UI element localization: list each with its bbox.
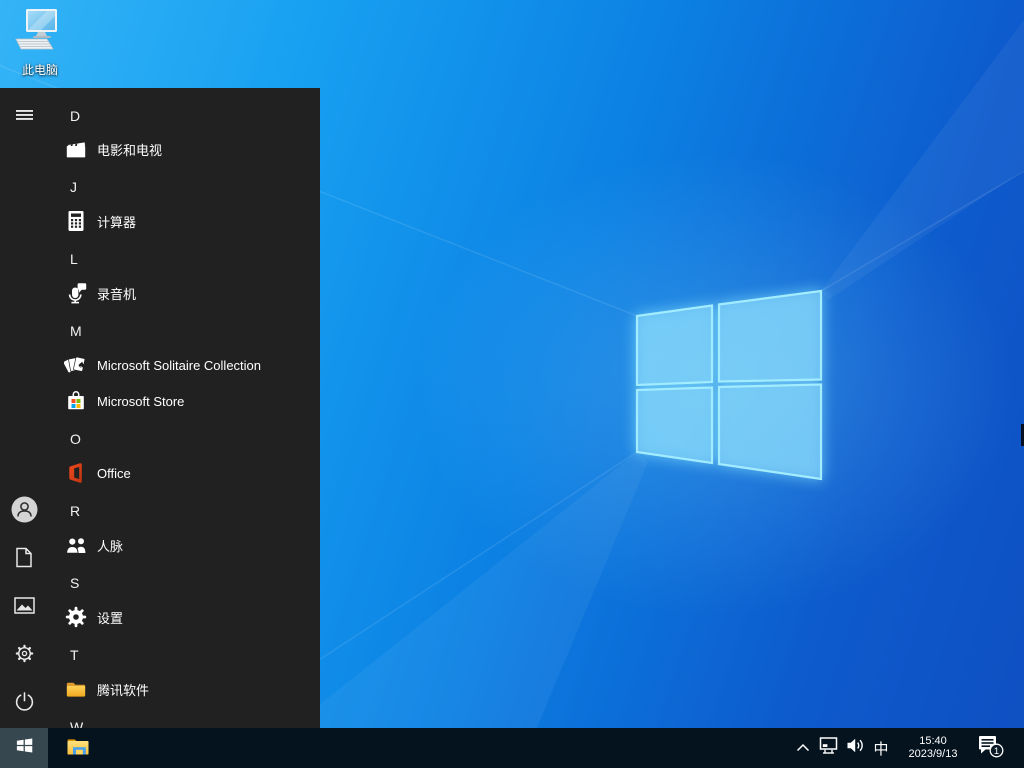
chevron-up-icon bbox=[796, 739, 810, 757]
taskbar: 中 15:40 2023/9/13 1 bbox=[0, 728, 1024, 768]
action-center-button[interactable]: 1 bbox=[972, 728, 1008, 768]
start-menu: D 电影和电视 J 计算器 L 录音机 M ♠ Microsoft Solita… bbox=[0, 88, 320, 728]
start-section-d[interactable]: D bbox=[0, 98, 320, 134]
system-tray: 中 15:40 2023/9/13 1 bbox=[791, 728, 1024, 768]
start-section-o[interactable]: O bbox=[0, 421, 320, 457]
clock-date: 2023/9/13 bbox=[908, 748, 958, 760]
app-label: 人脉 bbox=[97, 538, 124, 554]
file-explorer-icon bbox=[65, 734, 91, 763]
section-letter: D bbox=[70, 108, 81, 124]
app-label: 设置 bbox=[97, 610, 124, 626]
start-section-j[interactable]: J bbox=[0, 169, 320, 205]
svg-text:♠: ♠ bbox=[76, 360, 86, 371]
notification-icon: 1 bbox=[976, 733, 1004, 764]
section-letter: M bbox=[70, 323, 82, 339]
file-explorer-button[interactable] bbox=[58, 728, 98, 768]
desktop-icon-this-pc[interactable]: 此电脑 bbox=[11, 8, 69, 78]
app-label: 计算器 bbox=[97, 214, 137, 230]
start-section-r[interactable]: R bbox=[0, 493, 320, 529]
start-section-m[interactable]: M bbox=[0, 313, 320, 349]
app-label: 腾讯软件 bbox=[97, 682, 150, 698]
start-button[interactable] bbox=[0, 728, 48, 768]
voice-recorder-icon bbox=[64, 281, 88, 305]
show-hidden-icons-button[interactable] bbox=[791, 728, 815, 768]
calculator-icon bbox=[64, 209, 88, 233]
network-wired-icon bbox=[819, 736, 839, 760]
section-letter: T bbox=[70, 647, 79, 663]
section-letter: S bbox=[70, 575, 80, 591]
start-app-microsoft-store[interactable]: Microsoft Store bbox=[0, 383, 320, 419]
app-label: Office bbox=[97, 465, 131, 481]
section-letter: J bbox=[70, 179, 77, 195]
start-app-people[interactable]: 人脉 bbox=[0, 527, 320, 563]
start-app-movies-tv[interactable]: 电影和电视 bbox=[0, 131, 320, 167]
speaker-icon bbox=[846, 737, 865, 759]
start-app-solitaire[interactable]: ♠ Microsoft Solitaire Collection bbox=[0, 347, 320, 383]
clock-time: 15:40 bbox=[919, 735, 947, 747]
section-letter: O bbox=[70, 431, 81, 447]
start-app-voice-recorder[interactable]: 录音机 bbox=[0, 275, 320, 311]
people-icon bbox=[64, 533, 88, 557]
network-status-button[interactable] bbox=[815, 728, 842, 768]
start-app-calculator[interactable]: 计算器 bbox=[0, 203, 320, 239]
app-label: 录音机 bbox=[97, 286, 137, 302]
start-app-office[interactable]: Office bbox=[0, 455, 320, 491]
solitaire-icon: ♠ bbox=[64, 353, 88, 377]
notification-badge-count: 1 bbox=[994, 745, 999, 756]
ime-indicator[interactable]: 中 bbox=[868, 728, 894, 768]
start-section-l[interactable]: L bbox=[0, 241, 320, 277]
app-label: 电影和电视 bbox=[97, 142, 163, 158]
start-section-w[interactable]: W bbox=[0, 709, 320, 728]
app-label: Microsoft Store bbox=[97, 393, 185, 409]
volume-button[interactable] bbox=[842, 728, 868, 768]
app-label: Microsoft Solitaire Collection bbox=[97, 357, 262, 373]
start-folder-tencent[interactable]: 腾讯软件 bbox=[0, 671, 320, 707]
start-app-settings[interactable]: 设置 bbox=[0, 599, 320, 635]
movies-tv-icon bbox=[64, 137, 88, 161]
office-icon bbox=[64, 461, 88, 485]
section-letter: L bbox=[70, 251, 78, 267]
ime-label: 中 bbox=[873, 740, 889, 758]
start-section-t[interactable]: T bbox=[0, 637, 320, 673]
windows-logo-icon bbox=[15, 736, 34, 760]
settings-gear-icon bbox=[64, 605, 88, 629]
desktop-icon-label: 此电脑 bbox=[21, 63, 58, 77]
clock[interactable]: 15:40 2023/9/13 bbox=[900, 728, 966, 768]
section-letter: R bbox=[70, 503, 81, 519]
start-section-s[interactable]: S bbox=[0, 565, 320, 601]
section-letter: W bbox=[70, 719, 84, 728]
store-icon bbox=[64, 389, 88, 413]
this-pc-icon bbox=[12, 8, 68, 59]
folder-icon bbox=[64, 677, 88, 701]
